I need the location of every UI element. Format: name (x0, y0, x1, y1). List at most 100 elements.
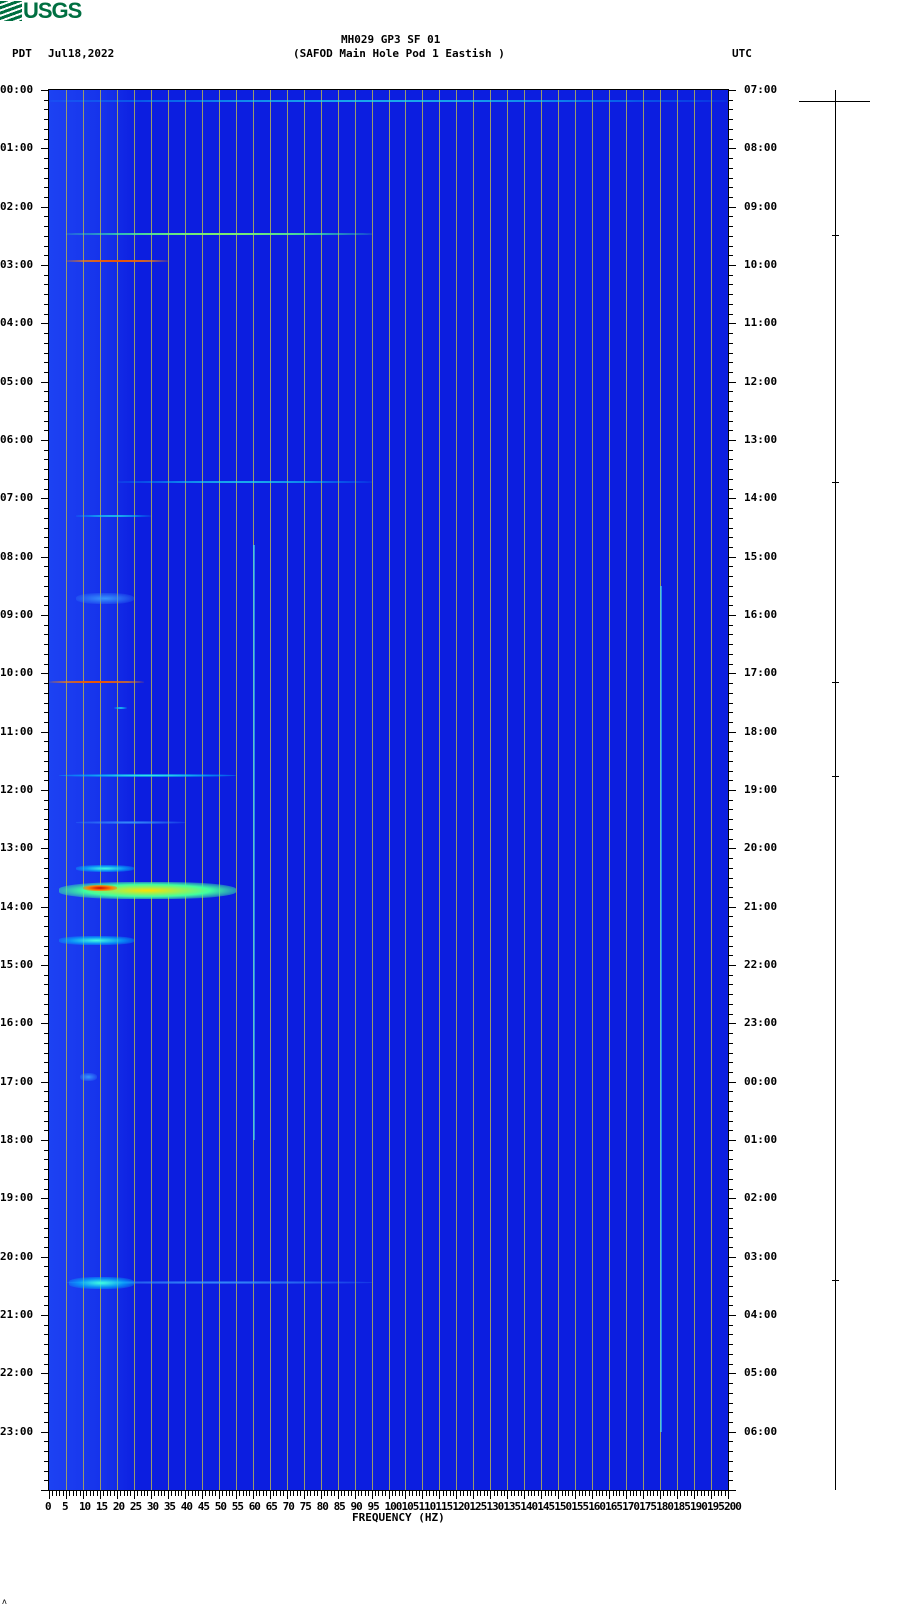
freq-tick (656, 1490, 658, 1496)
right-time-tick (728, 780, 733, 782)
freq-tick (391, 1490, 393, 1496)
right-time-tick (728, 663, 733, 665)
freq-tick-label: 5 (61, 1500, 69, 1513)
freq-tick (605, 1490, 607, 1496)
right-time-tick (728, 1266, 733, 1268)
freq-tick (123, 1490, 125, 1496)
freq-tick (218, 1490, 220, 1499)
right-time-tick (728, 819, 733, 821)
freq-tick (320, 1490, 322, 1499)
left-time-tick (44, 1120, 49, 1122)
left-time-tick (41, 265, 49, 266)
left-time-tick (44, 517, 49, 519)
freq-tick (680, 1490, 682, 1496)
right-time-tick (728, 595, 733, 597)
left-time-tick (44, 1451, 49, 1453)
right-time-tick (728, 556, 736, 558)
right-time-tick (728, 303, 733, 305)
freq-tick (582, 1490, 583, 1496)
freq-tick (150, 1490, 152, 1499)
spectral-event (82, 885, 117, 891)
right-time-tick (728, 294, 733, 296)
right-time-tick (728, 1198, 736, 1200)
right-time-tick (728, 624, 733, 626)
grid-line (677, 90, 679, 1490)
grid-line (150, 90, 152, 1490)
freq-tick (242, 1490, 244, 1496)
spectral-event (79, 1072, 97, 1082)
freq-tick (486, 1490, 488, 1496)
right-time-tick (728, 1363, 733, 1365)
left-time-tick (44, 459, 49, 461)
freq-tick (497, 1490, 499, 1496)
freq-tick (612, 1490, 614, 1496)
left-time-tick (44, 109, 49, 111)
freq-tick (442, 1490, 444, 1496)
freq-tick (480, 1490, 482, 1496)
left-time-label: 15:00 (0, 958, 34, 971)
freq-tick (351, 1490, 353, 1496)
freq-tick (402, 1490, 404, 1496)
right-time-tick (728, 974, 733, 976)
left-time-tick (41, 673, 49, 675)
right-time-label: 03:00 (744, 1249, 778, 1263)
left-time-tick (44, 138, 49, 140)
left-time-tick (44, 1383, 49, 1385)
freq-tick (643, 1490, 645, 1499)
right-time-tick (728, 1140, 736, 1141)
freq-tick (609, 1490, 611, 1499)
freq-tick (323, 1490, 325, 1496)
left-time-tick (44, 974, 49, 976)
freq-tick (157, 1490, 159, 1496)
right-time-tick (728, 644, 733, 646)
right-time-tick (728, 1344, 733, 1346)
freq-tick (677, 1490, 679, 1499)
left-time-tick (44, 1392, 49, 1394)
left-time-tick (44, 342, 49, 344)
freq-tick (626, 1490, 628, 1499)
freq-tick (381, 1490, 383, 1496)
right-time-label: 08:00 (744, 141, 778, 155)
left-time-label: 22:00 (0, 1366, 34, 1380)
right-time-tick (728, 1110, 733, 1112)
freq-tick (619, 1490, 621, 1496)
right-time-tick (728, 1208, 733, 1210)
right-time-tick (728, 799, 733, 801)
freq-tick (317, 1490, 319, 1496)
right-time-tick (728, 323, 736, 325)
right-time-tick (728, 109, 733, 111)
right-time-tick (728, 498, 736, 500)
freq-tick (72, 1490, 74, 1496)
right-time-tick (728, 206, 736, 208)
left-time-tick (41, 1198, 49, 1200)
freq-tick (191, 1490, 193, 1496)
left-time-tick (44, 1227, 49, 1229)
freq-tick (449, 1490, 451, 1496)
left-time-label: 18:00 (0, 1133, 34, 1146)
freq-tick-label: 10 (78, 1500, 91, 1513)
grid-line (524, 90, 526, 1490)
freq-tick (245, 1490, 247, 1496)
right-time-tick (728, 1315, 736, 1316)
left-time-tick (44, 128, 49, 130)
left-time-tick (44, 721, 49, 723)
freq-tick-label: 20 (112, 1500, 125, 1513)
right-time-tick (728, 410, 733, 412)
right-time-tick (728, 809, 733, 811)
freq-tick (527, 1490, 529, 1496)
right-time-label: 22:00 (744, 958, 778, 971)
freq-tick-label: 0 (45, 1500, 52, 1513)
grid-line (65, 90, 67, 1490)
left-time-label: 08:00 (0, 549, 34, 563)
left-time-tick (44, 158, 49, 160)
freq-tick (717, 1490, 719, 1496)
freq-tick (178, 1490, 179, 1496)
grid-line (167, 90, 169, 1490)
left-time-tick (44, 916, 49, 918)
left-time-tick (44, 1285, 49, 1287)
freq-tick (300, 1490, 302, 1496)
left-time-tick (44, 294, 49, 296)
right-time-tick (728, 1324, 733, 1326)
freq-tick (408, 1490, 410, 1496)
freq-tick (622, 1490, 624, 1496)
